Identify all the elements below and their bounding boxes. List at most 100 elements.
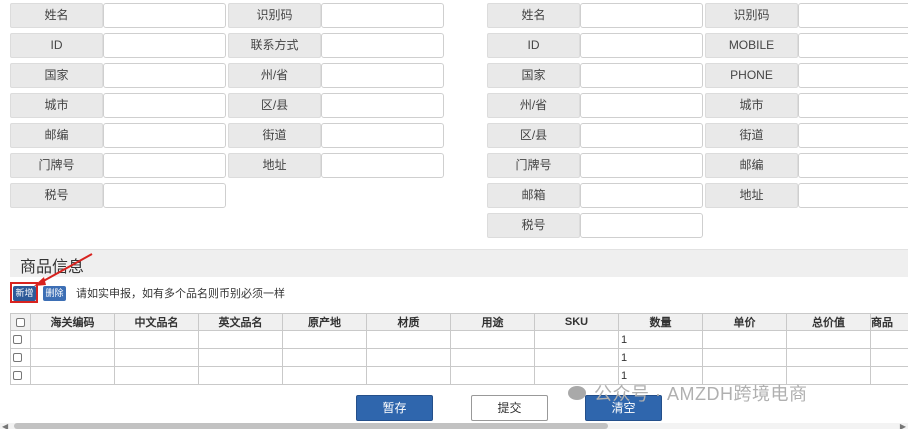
goods-extra-cell[interactable] [870,366,908,385]
table-row: 1 [10,348,908,367]
field-label: 地址 [705,183,798,208]
house-number-input[interactable] [580,153,703,178]
table-header: 海关编码 中文品名 英文品名 原产地 材质 用途 SKU 数量 单价 总价值 商… [10,313,908,331]
sku-cell[interactable] [534,330,619,349]
field-label: 地址 [228,153,321,178]
address-input[interactable] [321,153,444,178]
total-value-cell[interactable] [786,330,871,349]
english-name-cell[interactable] [198,366,283,385]
english-name-cell[interactable] [198,330,283,349]
submit-button[interactable]: 提交 [471,395,548,421]
district-input[interactable] [321,93,444,118]
identifier-input[interactable] [798,3,908,28]
tax-number-input[interactable] [580,213,703,238]
id-input[interactable] [580,33,703,58]
declaration-hint: 请如实申报，如有多个品名则币别必须一样 [76,288,285,300]
total-value-cell[interactable] [786,348,871,367]
hs-code-cell[interactable] [30,366,115,385]
english-name-cell[interactable] [198,348,283,367]
phone-input[interactable] [798,63,908,88]
field-label: 识别码 [228,3,321,28]
name-input[interactable] [580,3,703,28]
street-input[interactable] [321,123,444,148]
field-label: 门牌号 [487,153,580,178]
state-input[interactable] [580,93,703,118]
goods-table: 海关编码 中文品名 英文品名 原产地 材质 用途 SKU 数量 单价 总价值 商… [10,313,908,385]
save-draft-button[interactable]: 暂存 [356,395,433,421]
delete-button[interactable]: 删除 [43,286,66,301]
city-input[interactable] [103,93,226,118]
field-label: 姓名 [487,3,580,28]
row-checkbox[interactable] [13,371,22,381]
street-input[interactable] [798,123,908,148]
field-label: 税号 [10,183,103,208]
column-header: 原产地 [282,313,367,331]
hs-code-cell[interactable] [30,330,115,349]
field-label: 州/省 [228,63,321,88]
column-header: 用途 [450,313,535,331]
quantity-cell[interactable]: 1 [618,348,703,367]
scrollbar-thumb[interactable] [14,423,608,429]
chinese-name-cell[interactable] [114,348,199,367]
row-select-cell[interactable] [10,330,31,349]
country-input[interactable] [580,63,703,88]
country-input[interactable] [103,63,226,88]
material-cell[interactable] [366,348,451,367]
select-all-cell[interactable] [10,313,31,331]
origin-cell[interactable] [282,348,367,367]
usage-cell[interactable] [450,330,535,349]
name-input[interactable] [103,3,226,28]
field-label: 州/省 [487,93,580,118]
column-header: 海关编码 [30,313,115,331]
field-label: 国家 [10,63,103,88]
tax-number-input[interactable] [103,183,226,208]
unit-price-cell[interactable] [702,348,787,367]
district-input[interactable] [580,123,703,148]
goods-extra-cell[interactable] [870,330,908,349]
scroll-right-icon[interactable]: ▶ [900,422,906,429]
quantity-cell[interactable]: 1 [618,330,703,349]
add-button[interactable]: 新增 [13,286,36,301]
row-select-cell[interactable] [10,348,31,367]
usage-cell[interactable] [450,366,535,385]
field-label: MOBILE [705,33,798,58]
unit-price-cell[interactable] [702,330,787,349]
house-number-input[interactable] [103,153,226,178]
recipient-form: 姓名 识别码 ID MOBILE 国家 PHONE 州/省 城市 区/县 街道 … [487,3,908,243]
material-cell[interactable] [366,366,451,385]
row-checkbox[interactable] [13,353,22,363]
state-input[interactable] [321,63,444,88]
origin-cell[interactable] [282,366,367,385]
hs-code-cell[interactable] [30,348,115,367]
zipcode-input[interactable] [798,153,908,178]
origin-cell[interactable] [282,330,367,349]
material-cell[interactable] [366,330,451,349]
identifier-input[interactable] [321,3,444,28]
scroll-left-icon[interactable]: ◀ [2,422,8,429]
field-label: 城市 [705,93,798,118]
chinese-name-cell[interactable] [114,366,199,385]
mobile-input[interactable] [798,33,908,58]
field-label: 街道 [705,123,798,148]
column-header: 数量 [618,313,703,331]
chinese-name-cell[interactable] [114,330,199,349]
email-input[interactable] [580,183,703,208]
goods-extra-cell[interactable] [870,348,908,367]
select-all-checkbox[interactable] [16,317,25,327]
watermark-text: 公众号 · AMZDH跨境电商 [594,384,808,404]
zipcode-input[interactable] [103,123,226,148]
contact-input[interactable] [321,33,444,58]
column-header: 单价 [702,313,787,331]
row-checkbox[interactable] [13,335,22,345]
row-select-cell[interactable] [10,366,31,385]
usage-cell[interactable] [450,348,535,367]
id-input[interactable] [103,33,226,58]
field-label: 国家 [487,63,580,88]
field-label: 区/县 [487,123,580,148]
city-input[interactable] [798,93,908,118]
sku-cell[interactable] [534,348,619,367]
address-input[interactable] [798,183,908,208]
field-label: 邮箱 [487,183,580,208]
sender-form: 姓名 识别码 ID 联系方式 国家 州/省 城市 区/县 邮编 街道 门牌号 地… [10,3,445,213]
field-label: 街道 [228,123,321,148]
